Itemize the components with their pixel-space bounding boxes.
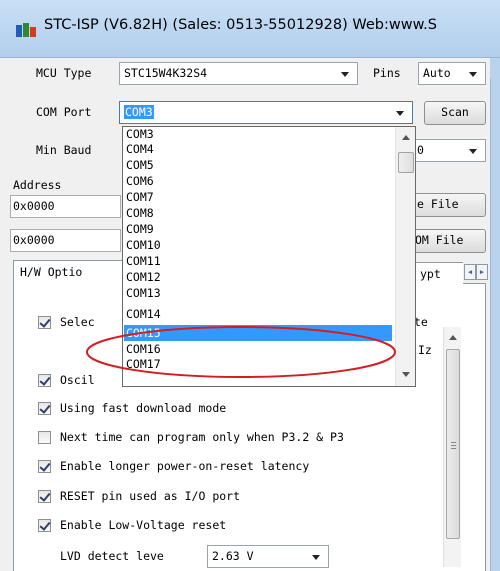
option-label: Next time can program only when P3.2 & P… bbox=[60, 430, 344, 444]
chevron-down-icon bbox=[469, 72, 477, 77]
chevron-down-icon bbox=[469, 149, 477, 154]
app-icon bbox=[16, 23, 36, 37]
scrollbar-thumb[interactable] bbox=[398, 152, 414, 173]
checkbox-icon[interactable] bbox=[38, 374, 51, 387]
chevron-left-icon[interactable]: ◀ bbox=[464, 264, 476, 280]
checkbox-icon[interactable] bbox=[38, 519, 51, 532]
right-panel-edge bbox=[490, 58, 500, 571]
select-option-label: Selec bbox=[60, 315, 95, 329]
list-item[interactable]: COM3 bbox=[124, 127, 392, 142]
list-item-selected[interactable]: COM15 bbox=[124, 325, 392, 341]
p32-program-option[interactable]: Next time can program only when P3.2 & P… bbox=[38, 429, 442, 449]
min-baud-select[interactable]: 0 bbox=[412, 139, 486, 162]
chevron-down-icon bbox=[312, 555, 320, 560]
frequency-unit-text: Iz bbox=[418, 343, 432, 357]
oscillator-option-label: Oscil bbox=[60, 373, 95, 387]
lvd-label: LVD detect leve bbox=[60, 549, 164, 563]
list-item[interactable]: COM8 bbox=[124, 206, 392, 221]
com-port-dropdown-list[interactable]: COM3 COM4 COM5 COM6 COM7 COM8 COM9 COM10… bbox=[122, 126, 416, 387]
select-option-right-text: te bbox=[414, 315, 428, 329]
chevron-right-icon[interactable]: ▶ bbox=[476, 264, 488, 280]
list-item[interactable]: COM7 bbox=[124, 190, 392, 205]
open-code-file-button[interactable]: e File bbox=[412, 193, 486, 217]
option-label: Enable Low-Voltage reset bbox=[60, 518, 227, 532]
checkbox-icon[interactable] bbox=[38, 490, 51, 503]
list-item[interactable]: COM9 bbox=[124, 222, 392, 237]
address-start-field[interactable]: 0x0000 bbox=[10, 195, 121, 218]
com-port-select[interactable]: COM3 bbox=[119, 101, 413, 124]
chevron-up-icon[interactable] bbox=[402, 135, 410, 140]
lvd-level-select[interactable]: 2.63 V bbox=[207, 545, 329, 568]
checkbox-icon[interactable] bbox=[38, 316, 51, 329]
mcu-type-select[interactable]: STC15W4K32S4 bbox=[119, 62, 358, 85]
tab-hw-options[interactable]: H/W Optio bbox=[13, 260, 123, 284]
checkbox-icon[interactable] bbox=[38, 460, 51, 473]
list-item[interactable]: COM17 bbox=[124, 357, 392, 372]
open-eeprom-file-button[interactable]: OM File bbox=[412, 229, 486, 253]
chevron-up-icon[interactable] bbox=[449, 335, 457, 340]
list-item[interactable]: COM10 bbox=[124, 238, 392, 253]
option-label: Using fast download mode bbox=[60, 401, 227, 415]
com-port-value: COM3 bbox=[124, 105, 154, 119]
address-label: Address bbox=[13, 178, 62, 192]
option-label: RESET pin used as I/O port bbox=[60, 489, 241, 503]
dropdown-scrollbar[interactable] bbox=[395, 127, 415, 386]
low-voltage-reset-option[interactable]: Enable Low-Voltage reset bbox=[38, 517, 438, 537]
min-baud-value: 0 bbox=[417, 143, 424, 157]
checkbox-icon[interactable] bbox=[38, 431, 51, 444]
chevron-down-icon bbox=[396, 111, 404, 116]
checkbox-icon[interactable] bbox=[38, 402, 51, 415]
mcu-type-value: STC15W4K32S4 bbox=[124, 66, 208, 80]
list-item[interactable]: COM5 bbox=[124, 158, 392, 173]
power-on-reset-option[interactable]: Enable longer power-on-reset latency bbox=[38, 458, 438, 478]
window-title: STC-ISP (V6.82H) (Sales: 0513-55012928) … bbox=[44, 17, 437, 33]
address-eeprom-field[interactable]: 0x0000 bbox=[10, 229, 121, 252]
option-label: Enable longer power-on-reset latency bbox=[60, 459, 310, 473]
options-scrollbar[interactable] bbox=[443, 327, 461, 567]
list-item[interactable]: COM11 bbox=[124, 254, 392, 269]
reset-pin-io-option[interactable]: RESET pin used as I/O port bbox=[38, 488, 438, 508]
list-item[interactable]: COM4 bbox=[124, 142, 392, 157]
list-item[interactable]: COM6 bbox=[124, 174, 392, 189]
mcu-type-label: MCU Type bbox=[36, 66, 92, 80]
list-item[interactable]: COM13 bbox=[124, 286, 392, 301]
tab-scroll-arrows[interactable]: ◀ ▶ bbox=[464, 264, 488, 280]
pins-value: Auto bbox=[423, 66, 451, 80]
chevron-down-icon[interactable] bbox=[402, 372, 410, 377]
lvd-level-value: 2.63 V bbox=[212, 549, 254, 563]
list-item[interactable]: COM14 bbox=[124, 307, 392, 322]
scan-button[interactable]: Scan bbox=[424, 101, 486, 125]
chevron-down-icon bbox=[341, 72, 349, 77]
scrollbar-thumb[interactable] bbox=[446, 349, 460, 539]
com-port-label: COM Port bbox=[36, 105, 92, 119]
list-item[interactable]: COM12 bbox=[124, 270, 392, 285]
grip-icon bbox=[451, 442, 456, 449]
list-item[interactable]: COM16 bbox=[124, 342, 392, 357]
fast-download-option[interactable]: Using fast download mode bbox=[38, 400, 438, 420]
min-baud-label: Min Baud bbox=[36, 143, 92, 157]
pins-label: Pins bbox=[373, 66, 401, 80]
title-bar: STC-ISP (V6.82H) (Sales: 0513-55012928) … bbox=[0, 0, 500, 58]
tab-encrypt[interactable]: ypt bbox=[413, 262, 463, 286]
pins-select[interactable]: Auto bbox=[418, 62, 486, 85]
